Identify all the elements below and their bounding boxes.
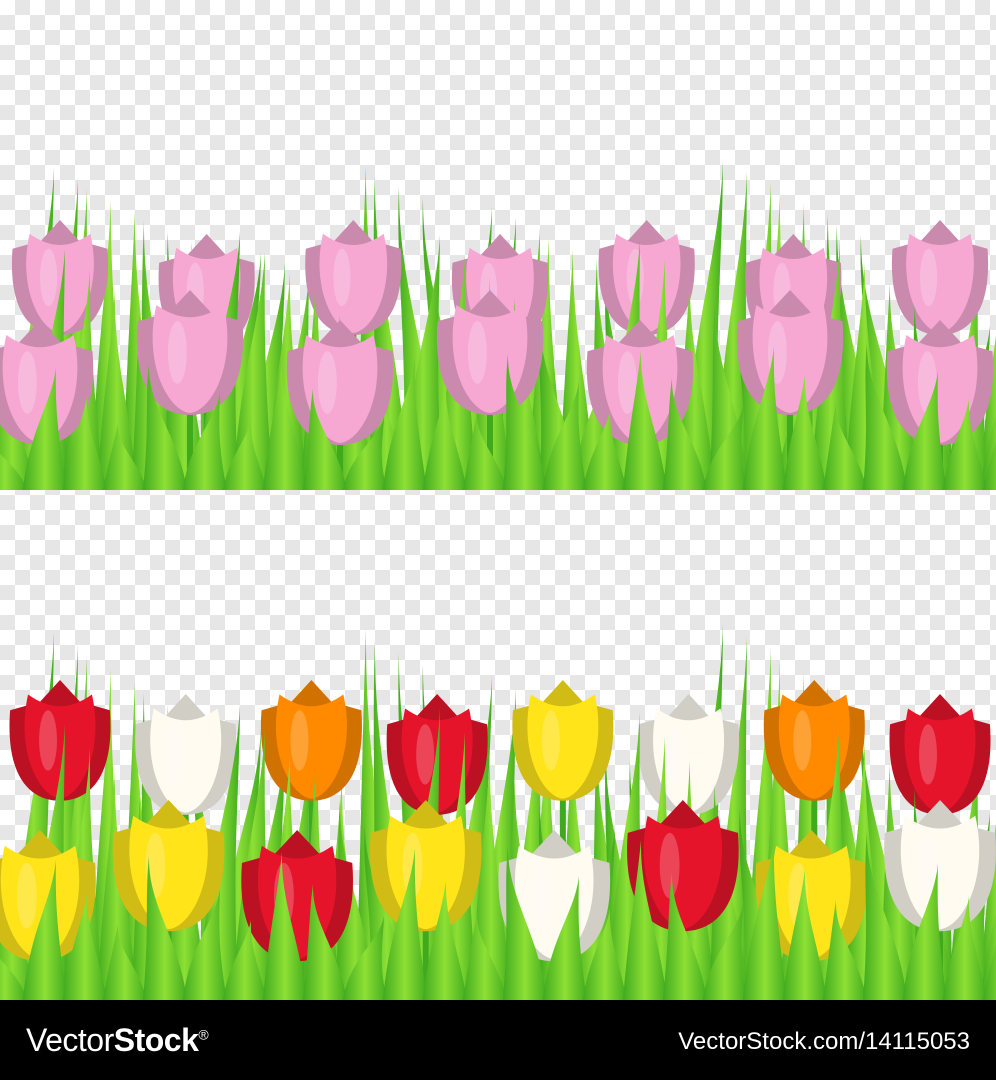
stock-image-id: VectorStock.com/14115053 xyxy=(678,1028,970,1055)
vectorstock-logo: VectorStock® xyxy=(26,1022,209,1059)
mixed-tulip-border xyxy=(0,624,996,1000)
tulip-orange xyxy=(260,680,362,801)
tulip-pink xyxy=(891,220,989,335)
logo-word-vector: Vector xyxy=(26,1022,114,1058)
tulip-pink xyxy=(305,220,402,335)
tulip-pink xyxy=(598,220,695,335)
tulip-white xyxy=(884,800,996,932)
tulip-white xyxy=(135,694,237,815)
tulip-red xyxy=(889,694,991,815)
logo-trademark: ® xyxy=(198,1026,209,1043)
tulip-yellow xyxy=(512,680,614,801)
watermark-footer: VectorStock® VectorStock.com/14115053 xyxy=(0,1000,996,1080)
logo-word-stock: Stock xyxy=(113,1022,199,1058)
pink-tulip-border xyxy=(0,161,996,490)
